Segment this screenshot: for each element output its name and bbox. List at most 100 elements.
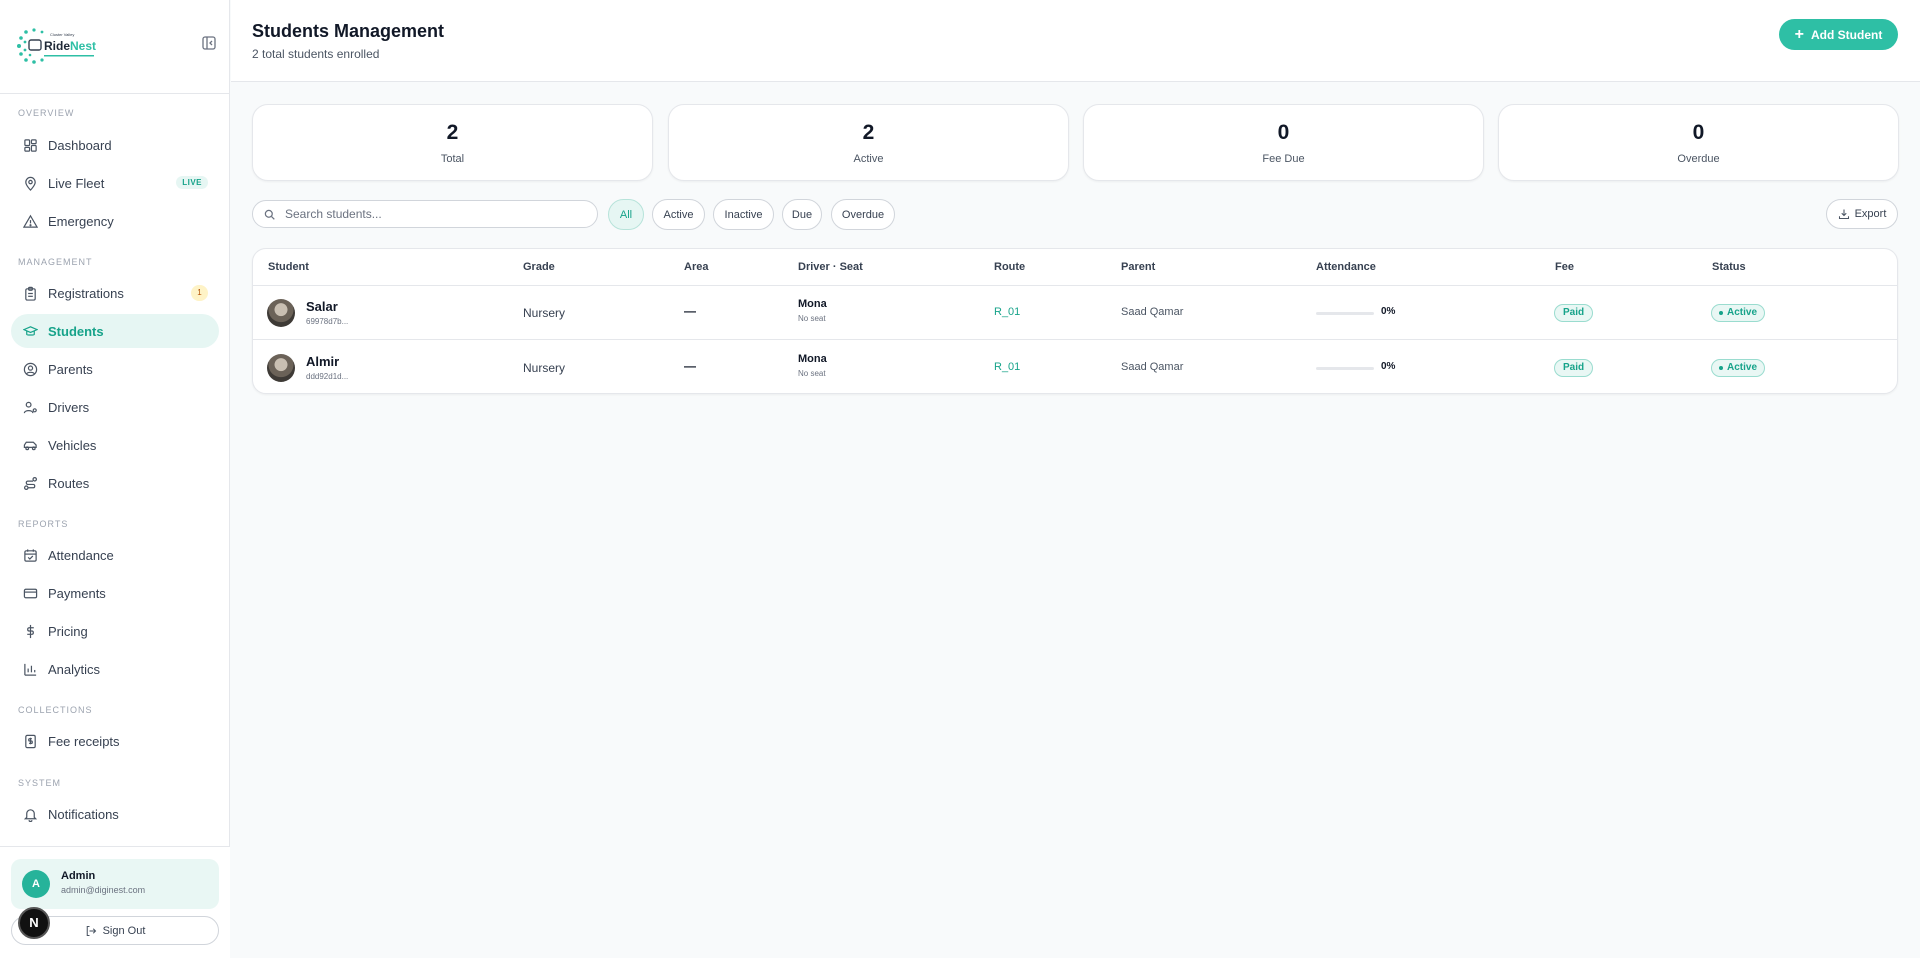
student-name: Almir <box>306 354 340 369</box>
user-email: admin@diginest.com <box>61 885 146 895</box>
clipboard-icon <box>22 285 38 301</box>
attendance-bar <box>1316 367 1374 370</box>
collapse-sidebar-icon[interactable] <box>201 35 217 51</box>
student-id: 69978d7b... <box>306 317 349 326</box>
sidebar-nav: OVERVIEW Dashboard Live Fleet LIVE Emerg… <box>0 94 230 846</box>
stat-card-fee-due: 0 Fee Due <box>1083 104 1484 181</box>
column-header-driver-seat[interactable]: Driver · Seat <box>798 261 863 273</box>
sidebar-item-label: Students <box>48 323 104 339</box>
page-title: Students Management <box>252 21 445 41</box>
filter-chip-all[interactable]: All <box>608 199 644 230</box>
sidebar-item-attendance[interactable]: Attendance <box>11 538 219 572</box>
add-student-label: Add Student <box>1811 27 1883 42</box>
seat-info: No seat <box>798 369 826 378</box>
sidebar-item-live-fleet[interactable]: Live Fleet LIVE <box>11 166 219 200</box>
ridenest-logo[interactable]: Cluster Valley RideNest <box>14 26 106 66</box>
sidebar-item-emergency[interactable]: Emergency <box>11 204 219 238</box>
section-label-system: SYSTEM <box>18 778 62 788</box>
parent-name: Saad Qamar <box>1121 361 1184 373</box>
dollar-icon <box>22 623 38 639</box>
student-name: Salar <box>306 299 338 314</box>
search-icon <box>264 209 275 220</box>
sidebar-item-registrations[interactable]: Registrations 1 <box>11 276 219 310</box>
section-label-overview: OVERVIEW <box>18 108 75 118</box>
attendance-bar <box>1316 312 1374 315</box>
column-header-student[interactable]: Student <box>268 261 309 273</box>
student-area: — <box>684 359 696 373</box>
attendance-percent: 0% <box>1381 361 1396 372</box>
stat-label: Active <box>853 153 884 165</box>
sidebar-item-pricing[interactable]: Pricing <box>11 614 219 648</box>
sidebar-item-label: Dashboard <box>48 137 112 153</box>
status-dot <box>1719 311 1723 315</box>
sidebar-item-label: Emergency <box>48 213 114 229</box>
sidebar-item-fee-receipts[interactable]: Fee receipts <box>11 724 219 758</box>
column-header-status[interactable]: Status <box>1712 261 1746 273</box>
filter-chip-inactive[interactable]: Inactive <box>713 199 774 230</box>
sidebar-item-drivers[interactable]: Drivers <box>11 390 219 424</box>
table-header: Student Grade Area Driver · Seat Route P… <box>253 249 1897 286</box>
user-name: Admin <box>61 870 96 882</box>
export-button[interactable]: Export <box>1826 199 1898 229</box>
live-badge: LIVE <box>176 176 208 189</box>
sidebar-item-label: Fee receipts <box>48 733 120 749</box>
table-row[interactable]: Salar 69978d7b... Nursery — Mona No seat… <box>253 286 1897 340</box>
students-table: Student Grade Area Driver · Seat Route P… <box>252 248 1898 394</box>
sidebar-item-label: Registrations <box>48 285 124 301</box>
driver-name: Mona <box>798 353 827 365</box>
credit-card-icon <box>22 585 38 601</box>
route-link[interactable]: R_01 <box>994 306 1020 318</box>
section-label-reports: REPORTS <box>18 519 69 529</box>
route-icon <box>22 475 38 491</box>
sidebar-item-label: Notifications <box>48 806 119 822</box>
student-avatar <box>267 299 295 327</box>
sidebar-item-dashboard[interactable]: Dashboard <box>11 128 219 162</box>
sidebar-item-students[interactable]: Students <box>11 314 219 348</box>
page-header: Students Management 2 total students enr… <box>231 0 1920 82</box>
user-card[interactable]: A Admin admin@diginest.com <box>11 859 219 909</box>
sidebar-brand: Cluster Valley RideNest <box>0 0 229 94</box>
fee-badge: Paid <box>1554 304 1594 322</box>
user-area: A Admin admin@diginest.com Sign Out <box>0 846 230 958</box>
sidebar-item-label: Live Fleet <box>48 175 105 191</box>
search-input[interactable] <box>285 205 585 223</box>
column-header-grade[interactable]: Grade <box>523 261 555 273</box>
registrations-count-badge: 1 <box>191 285 208 301</box>
sidebar-item-notifications[interactable]: Notifications <box>11 797 219 831</box>
sidebar-item-parents[interactable]: Parents <box>11 352 219 386</box>
stat-label: Fee Due <box>1262 153 1305 165</box>
sidebar-item-label: Parents <box>48 361 93 377</box>
stat-label: Overdue <box>1677 153 1720 165</box>
status-badge: Active <box>1711 359 1766 377</box>
sidebar: Cluster Valley RideNest OVERVIEW Dashboa… <box>0 0 230 958</box>
calendar-check-icon <box>22 547 38 563</box>
search-box <box>252 200 598 228</box>
dev-tools-badge[interactable]: N <box>18 907 50 939</box>
student-avatar <box>267 354 295 382</box>
column-header-attendance[interactable]: Attendance <box>1316 261 1376 273</box>
filter-chip-overdue[interactable]: Overdue <box>831 199 895 230</box>
sidebar-item-vehicles[interactable]: Vehicles <box>11 428 219 462</box>
route-link[interactable]: R_01 <box>994 361 1020 373</box>
page-subtitle: 2 total students enrolled <box>252 47 380 61</box>
column-header-route[interactable]: Route <box>994 261 1025 273</box>
column-header-area[interactable]: Area <box>684 261 708 273</box>
filter-chip-active[interactable]: Active <box>652 199 705 230</box>
driver-name: Mona <box>798 298 827 310</box>
sidebar-item-label: Vehicles <box>48 437 97 453</box>
warning-triangle-icon <box>22 213 38 229</box>
sidebar-item-label: Routes <box>48 475 90 491</box>
sign-out-label: Sign Out <box>102 924 146 937</box>
student-grade: Nursery <box>523 306 566 320</box>
sidebar-item-routes[interactable]: Routes <box>11 466 219 500</box>
table-row[interactable]: Almir ddd92d1d... Nursery — Mona No seat… <box>253 341 1897 393</box>
sidebar-item-payments[interactable]: Payments <box>11 576 219 610</box>
sidebar-item-analytics[interactable]: Analytics <box>11 652 219 686</box>
logout-icon <box>86 925 96 936</box>
filter-chip-due[interactable]: Due <box>782 199 822 230</box>
bell-icon <box>22 806 38 822</box>
column-header-fee[interactable]: Fee <box>1555 261 1574 273</box>
add-student-button[interactable]: + Add Student <box>1779 19 1898 50</box>
column-header-parent[interactable]: Parent <box>1121 261 1155 273</box>
svg-text:Cluster Valley: Cluster Valley <box>50 32 74 37</box>
